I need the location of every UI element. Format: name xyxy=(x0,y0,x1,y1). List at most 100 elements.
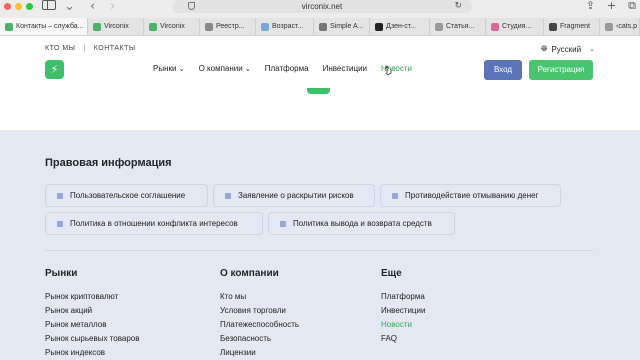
footer-link[interactable]: Платежеспособность xyxy=(220,318,299,332)
mouse-cursor-icon xyxy=(384,65,392,76)
url-text: virconix.net xyxy=(301,2,343,11)
chevron-down-icon: ⌄ xyxy=(242,65,251,73)
footer-link[interactable]: Платформа xyxy=(381,290,425,304)
legal-item-risk-disclosure[interactable]: Заявление о раскрытии рисков xyxy=(213,184,375,207)
language-selector[interactable]: 🌐︎ Русский ⌄ xyxy=(541,44,595,54)
window-controls xyxy=(4,3,33,10)
footer-link[interactable]: Условия торговли xyxy=(220,304,299,318)
favicon-icon xyxy=(605,22,613,31)
nav-item-2[interactable]: Платформа xyxy=(265,64,309,73)
footer-link[interactable]: Инвестиции xyxy=(381,304,425,318)
footer-link[interactable]: Рынок сырьевых товаров xyxy=(45,332,140,346)
bullet-icon xyxy=(392,193,398,199)
nav-item-1[interactable]: О компании ⌄ xyxy=(199,64,251,73)
nav-item-label: Рынки xyxy=(153,64,177,73)
footer-link-active[interactable]: Новости xyxy=(381,318,425,332)
divider xyxy=(45,250,593,251)
register-button[interactable]: Регистрация xyxy=(529,60,593,80)
login-button[interactable]: Вход xyxy=(484,60,522,80)
browser-tab-label: Статья... xyxy=(446,23,475,30)
favicon-icon xyxy=(205,22,213,31)
minimize-window-button[interactable] xyxy=(15,3,22,10)
site-logo[interactable]: ⚡ xyxy=(45,60,64,79)
browser-tab-label: Дзен-ст... xyxy=(386,23,416,30)
footer-link[interactable]: Безопасность xyxy=(220,332,299,346)
browser-tab[interactable]: ‹cats.p xyxy=(600,18,640,35)
browser-tab[interactable]: Virconix xyxy=(88,18,144,35)
bullet-icon xyxy=(280,221,286,227)
browser-tab-label: Возраст... xyxy=(272,23,304,30)
favicon-icon xyxy=(491,22,499,31)
footer-link[interactable]: Рынок криптовалют xyxy=(45,290,140,304)
chevron-down-icon: ⌄ xyxy=(176,65,185,73)
nav-item-label: Инвестиции xyxy=(322,64,368,73)
legal-item-label: Политика в отношении конфликта интересов xyxy=(70,219,238,228)
footer-link[interactable]: Рынок индексов xyxy=(45,346,140,360)
sidebar-toggle-icon[interactable] xyxy=(42,0,56,10)
browser-tab[interactable]: Fragment xyxy=(544,18,600,35)
tab-overview-icon[interactable]: ⧉ xyxy=(628,0,636,13)
browser-tab[interactable]: Статья... xyxy=(430,18,486,35)
top-links: КТО МЫ | КОНТАКТЫ xyxy=(45,45,136,52)
favicon-icon xyxy=(549,22,557,31)
legal-item-label: Противодействие отмыванию денег xyxy=(405,191,539,200)
reload-icon[interactable]: ↻ xyxy=(454,0,462,13)
browser-tab[interactable]: Студия... xyxy=(486,18,544,35)
address-bar[interactable]: virconix.net ↻ xyxy=(172,0,472,13)
browser-tab-label: Simple A... xyxy=(330,23,364,30)
browser-tab[interactable]: Simple A... xyxy=(314,18,370,35)
browser-tab[interactable]: Контакты – служба... xyxy=(0,18,88,35)
tab-bar: Контакты – служба... Virconix Virconix Реес… xyxy=(0,18,640,35)
share-icon[interactable]: ⇪ xyxy=(586,0,595,13)
browser-tab-label: ‹cats.p xyxy=(616,23,638,30)
browser-tab[interactable]: Virconix xyxy=(144,18,200,35)
legal-item-label: Заявление о раскрытии рисков xyxy=(238,191,354,200)
footer-list-markets: Рынок криптовалют Рынок акций Рынок мета… xyxy=(45,290,140,360)
privacy-shield-icon xyxy=(188,2,195,10)
footer-list-company: Кто мы Условия торговли Платежеспособнос… xyxy=(220,290,299,360)
chevron-down-icon: ⌄ xyxy=(589,45,595,53)
browser-tab[interactable]: Реестр... xyxy=(200,18,256,35)
top-link-about[interactable]: КТО МЫ xyxy=(45,45,75,52)
nav-item-label: Платформа xyxy=(264,64,309,73)
footer-column-title-more: Еще xyxy=(381,268,402,279)
scroll-indicator[interactable] xyxy=(307,88,330,94)
footer-link[interactable]: FAQ xyxy=(381,332,425,346)
back-icon[interactable]: ‹ xyxy=(90,0,95,14)
close-window-button[interactable] xyxy=(4,3,11,10)
footer-link[interactable]: Рынок металлов xyxy=(45,318,140,332)
nav-item-3[interactable]: Инвестиции xyxy=(323,64,367,73)
favicon-icon xyxy=(375,22,383,31)
language-label: Русский xyxy=(551,44,582,54)
favicon-icon xyxy=(149,22,157,31)
footer-link[interactable]: Кто мы xyxy=(220,290,299,304)
footer-link[interactable]: Рынок акций xyxy=(45,304,140,318)
legal-item-aml[interactable]: Противодействие отмыванию денег xyxy=(380,184,561,207)
bullet-icon xyxy=(57,221,63,227)
chevron-down-icon[interactable]: ⌄ xyxy=(64,0,75,14)
top-link-contacts[interactable]: КОНТАКТЫ xyxy=(94,45,136,52)
browser-tab[interactable]: Дзен-ст... xyxy=(370,18,430,35)
top-link-separator: | xyxy=(83,45,86,52)
footer-link[interactable]: Лицензии xyxy=(220,346,299,360)
forward-icon[interactable]: › xyxy=(110,0,115,14)
new-tab-icon[interactable]: + xyxy=(607,0,616,13)
nav-item-0[interactable]: Рынки ⌄ xyxy=(153,64,185,73)
footer-column-title-company: О компании xyxy=(220,268,279,279)
favicon-icon xyxy=(5,22,13,31)
globe-icon: 🌐︎ xyxy=(541,44,548,53)
legal-section-title: Правовая информация xyxy=(45,157,172,169)
favicon-icon xyxy=(319,22,327,31)
legal-item-withdrawal-policy[interactable]: Политика вывода и возврата средств xyxy=(268,212,455,235)
legal-item-user-agreement[interactable]: Пользовательское соглашение xyxy=(45,184,208,207)
browser-tab-label: Студия... xyxy=(502,23,532,30)
browser-tab-label: Реестр... xyxy=(216,23,245,30)
browser-tab-label: Virconix xyxy=(160,23,185,30)
toolbar-right: ⇪ + ⧉ xyxy=(586,0,636,13)
favicon-icon xyxy=(435,22,443,31)
legal-item-conflict-of-interest[interactable]: Политика в отношении конфликта интересов xyxy=(45,212,263,235)
browser-tab-label: Virconix xyxy=(104,23,129,30)
maximize-window-button[interactable] xyxy=(26,3,33,10)
browser-tab-label: Контакты – служба... xyxy=(16,23,84,30)
browser-tab[interactable]: Возраст... xyxy=(256,18,314,35)
